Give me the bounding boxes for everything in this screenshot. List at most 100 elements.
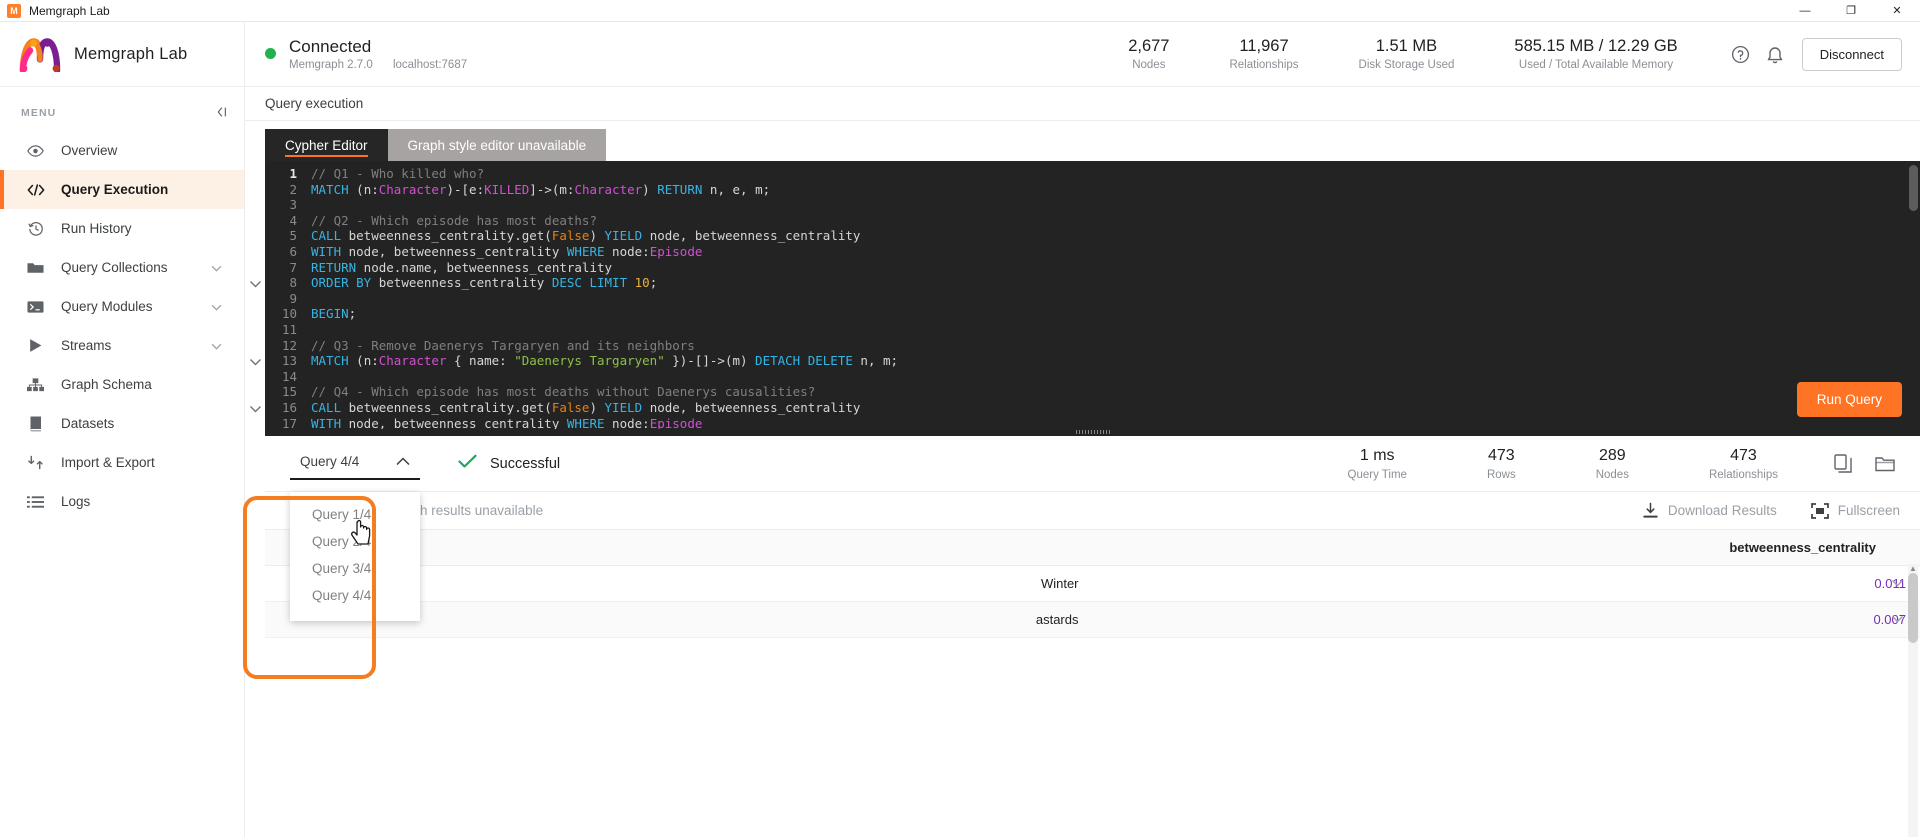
code-text: BEGIN;	[311, 306, 357, 322]
fullscreen-icon	[1810, 502, 1829, 519]
code-line[interactable]: 10 BEGIN;	[265, 306, 1920, 322]
header-stats: 2,677 Nodes 11,967 Relationships 1.51 MB…	[1098, 37, 1708, 72]
cypher-code-area[interactable]: 1 // Q1 - Who killed who? 2 MATCH (n:Charac…	[265, 161, 1920, 429]
sidebar-item-label: Graph Schema	[61, 377, 152, 392]
sidebar-nav: Overview Query Execution Run History Que…	[0, 131, 244, 521]
menu-header: MENU	[0, 87, 244, 131]
maximize-button[interactable]: ❐	[1828, 0, 1874, 21]
sidebar-item-label: Logs	[61, 494, 91, 509]
save-collection-icon[interactable]	[1868, 447, 1902, 481]
stat-value: 473	[1487, 447, 1515, 465]
sidebar-item-overview[interactable]: Overview	[0, 131, 244, 170]
stat-label: Nodes	[1595, 468, 1629, 481]
download-results-button[interactable]: Download Results	[1642, 502, 1777, 519]
chevron-down-icon[interactable]	[249, 402, 262, 416]
sidebar-item-datasets[interactable]: Datasets	[0, 404, 244, 443]
scroll-up-arrow-icon[interactable]: ▲	[1908, 564, 1918, 573]
chevron-up-icon[interactable]	[396, 454, 410, 469]
code-line[interactable]: 12 // Q3 - Remove Daenerys Targaryen and …	[265, 338, 1920, 354]
play-triangle-icon	[25, 338, 46, 354]
stat-value: 1.51 MB	[1375, 36, 1438, 55]
code-line[interactable]: 14	[265, 369, 1920, 385]
code-line[interactable]: 2 MATCH (n:Character)-[e:KILLED]->(m:Char…	[265, 182, 1920, 198]
code-line[interactable]: 15 // Q4 - Which episode has most deaths …	[265, 384, 1920, 400]
table-row[interactable]: Winter 0.011	[265, 565, 1920, 602]
stat-label: Relationships	[1229, 59, 1299, 72]
sidebar-item-import-export[interactable]: Import & Export	[0, 443, 244, 482]
chevron-down-icon[interactable]	[1891, 578, 1904, 590]
code-text: MATCH (n:Character { name: "Daenerys Tar…	[311, 353, 899, 369]
code-line[interactable]: 6 WITH node, betweenness_centrality WHERE…	[265, 244, 1920, 260]
result-stat-relationships: 473 Relationships	[1669, 446, 1818, 480]
check-icon	[458, 454, 477, 474]
line-number: 15	[281, 384, 297, 400]
query-selector-button[interactable]: Query 4/4	[290, 447, 420, 480]
scrollbar-thumb[interactable]	[1909, 165, 1918, 211]
chevron-down-icon[interactable]	[211, 338, 222, 353]
top-bar: Connected Memgraph 2.7.0 localhost:7687 …	[245, 22, 1920, 87]
results-table-container[interactable]: node.name betweenness_centrality Winter …	[265, 530, 1920, 837]
code-line[interactable]: 4 // Q2 - Which episode has most deaths?	[265, 213, 1920, 229]
editor-tabs: Cypher Editor Graph style editor unavail…	[265, 129, 1920, 161]
code-line[interactable]: 8 ORDER BY betweenness_centrality DESC LI…	[265, 275, 1920, 291]
sidebar-item-streams[interactable]: Streams	[0, 326, 244, 365]
code-line[interactable]: 5 CALL betweenness_centrality.get(False) …	[265, 228, 1920, 244]
chevron-down-icon[interactable]	[249, 277, 262, 291]
sidebar-item-label: Import & Export	[61, 455, 155, 470]
fullscreen-button[interactable]: Fullscreen	[1810, 502, 1900, 519]
chevron-down-icon[interactable]	[249, 355, 262, 369]
code-text: // Q4 - Which episode has most deaths wi…	[311, 384, 816, 400]
chevron-down-icon[interactable]	[211, 260, 222, 275]
stat-memory: 585.15 MB / 12.29 GB Used / Total Availa…	[1484, 37, 1707, 72]
copy-icon[interactable]	[1826, 447, 1860, 481]
bell-icon[interactable]	[1760, 39, 1790, 69]
query-selector-value: Query 4/4	[300, 453, 360, 469]
table-row[interactable]: astards 0.007	[265, 601, 1920, 638]
code-line[interactable]: 17 WITH node, betweenness_centrality WHER…	[265, 416, 1920, 430]
query-option-4[interactable]: Query 4/4	[290, 582, 420, 609]
minimize-button[interactable]: —	[1782, 0, 1828, 21]
code-line[interactable]: 7 RETURN node.name, betweenness_centralit…	[265, 260, 1920, 276]
sidebar-item-logs[interactable]: Logs	[0, 482, 244, 521]
column-header-betweenness-centrality[interactable]: betweenness_centrality	[1092, 530, 1920, 566]
code-line[interactable]: 3	[265, 197, 1920, 213]
code-line[interactable]: 16 CALL betweenness_centrality.get(False)…	[265, 400, 1920, 416]
sidebar-item-run-history[interactable]: Run History	[0, 209, 244, 248]
query-option-3[interactable]: Query 3/4	[290, 555, 420, 582]
code-line[interactable]: 9	[265, 291, 1920, 307]
query-option-1[interactable]: Query 1/4	[290, 501, 420, 528]
query-selector[interactable]: Query 4/4 Query 1/4 Query 2/4 Query 3/4 …	[290, 447, 420, 621]
list-lines-icon	[25, 494, 46, 510]
query-option-2[interactable]: Query 2/4	[290, 528, 420, 555]
tab-cypher-editor[interactable]: Cypher Editor	[265, 129, 388, 161]
eye-icon	[25, 143, 46, 159]
sidebar-item-query-modules[interactable]: Query Modules	[0, 287, 244, 326]
close-button[interactable]: ✕	[1874, 0, 1920, 21]
sidebar-item-query-collections[interactable]: Query Collections	[0, 248, 244, 287]
line-number: 8	[289, 275, 297, 291]
editor-scrollbar[interactable]	[1909, 165, 1918, 425]
collapse-panel-icon[interactable]	[214, 105, 228, 121]
chevron-down-icon[interactable]	[1891, 614, 1904, 626]
query-selector-menu[interactable]: Query 1/4 Query 2/4 Query 3/4 Query 4/4	[290, 491, 420, 621]
scrollbar-thumb[interactable]	[1908, 573, 1918, 643]
code-line[interactable]: 13 MATCH (n:Character { name: "Daenerys T…	[265, 353, 1920, 369]
line-number: 12	[281, 337, 297, 353]
tab-graph-style-editor[interactable]: Graph style editor unavailable	[387, 129, 607, 161]
code-lines[interactable]: 1 // Q1 - Who killed who? 2 MATCH (n:Charac…	[265, 161, 1920, 429]
chevron-down-icon[interactable]	[211, 299, 222, 314]
sidebar-item-query-execution[interactable]: Query Execution	[0, 170, 244, 209]
main-content: Connected Memgraph 2.7.0 localhost:7687 …	[245, 22, 1920, 837]
results-table-scrollbar[interactable]: ▲	[1908, 564, 1918, 837]
code-line[interactable]: 1 // Q1 - Who killed who?	[265, 166, 1920, 182]
line-number: 13	[281, 353, 297, 369]
os-title-bar: Memgraph Lab — ❐ ✕	[0, 0, 1920, 22]
sidebar-item-label: Run History	[61, 221, 132, 236]
code-line[interactable]: 11	[265, 322, 1920, 338]
help-circle-icon[interactable]	[1726, 39, 1756, 69]
status-text: Successful	[490, 455, 561, 472]
panel-resizer[interactable]	[265, 429, 1920, 436]
sidebar-item-graph-schema[interactable]: Graph Schema	[0, 365, 244, 404]
disconnect-button[interactable]: Disconnect	[1801, 37, 1902, 71]
run-query-button[interactable]: Run Query	[1796, 382, 1902, 417]
